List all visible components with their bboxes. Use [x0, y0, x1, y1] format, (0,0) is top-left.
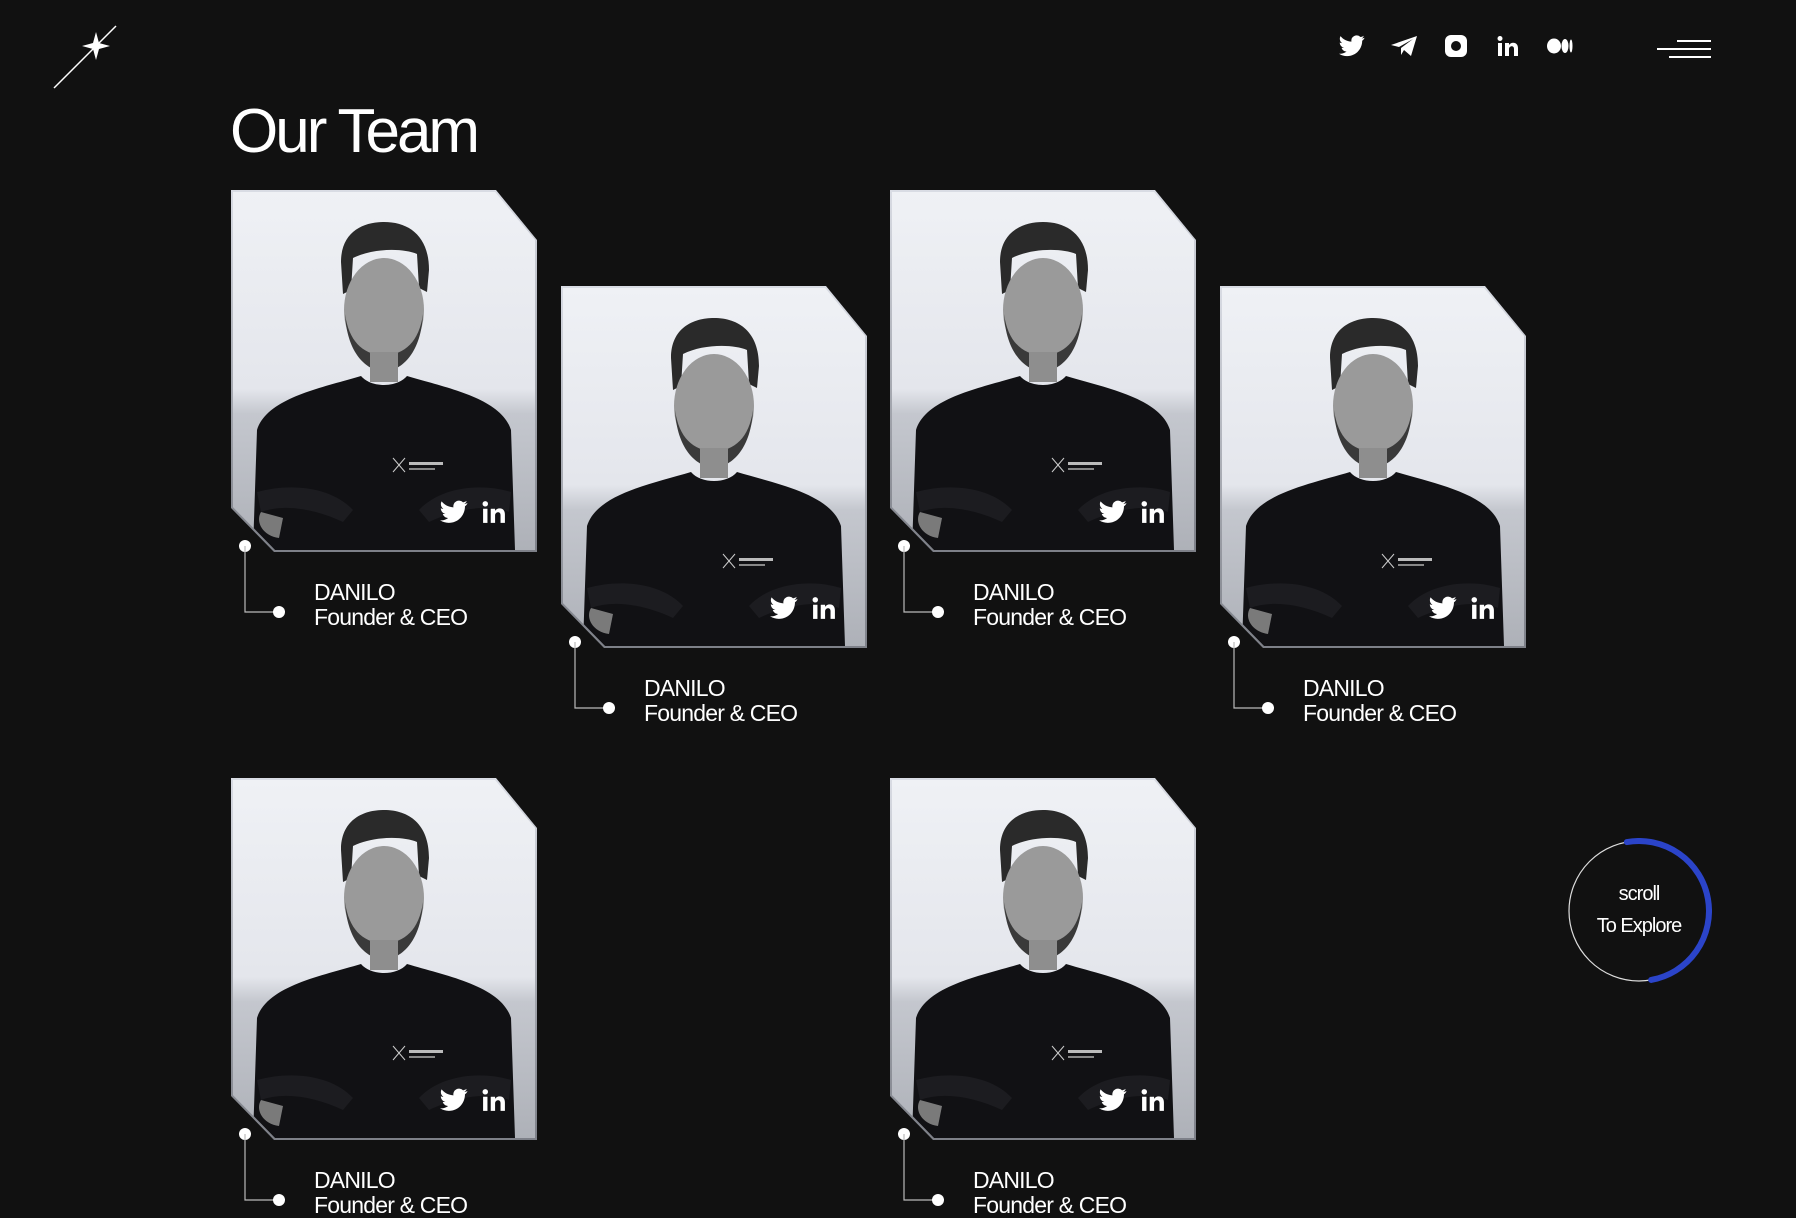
logo-icon[interactable]: [52, 22, 120, 90]
telegram-icon[interactable]: [1378, 28, 1430, 64]
portrait-image: [892, 780, 1194, 1138]
portrait-image: [1222, 288, 1524, 646]
member-info: DANILO Founder & CEO: [973, 579, 1127, 630]
member-photo-frame: [890, 778, 1196, 1140]
member-social-links: [439, 1086, 509, 1114]
member-social-links: [769, 594, 839, 622]
linkedin-icon[interactable]: [479, 498, 509, 526]
member-photo-frame: [1220, 286, 1526, 648]
member-photo-frame: [890, 190, 1196, 552]
linkedin-icon[interactable]: [479, 1086, 509, 1114]
member-photo-frame: [561, 286, 867, 648]
twitter-icon[interactable]: [439, 498, 469, 526]
member-photo-frame: [231, 778, 537, 1140]
twitter-icon[interactable]: [1428, 594, 1458, 622]
team-card: DANILO Founder & CEO: [231, 778, 537, 1218]
member-role: Founder & CEO: [314, 604, 468, 630]
team-card: DANILO Founder & CEO: [1220, 286, 1526, 726]
team-card: DANILO Founder & CEO: [890, 778, 1196, 1218]
scroll-to-explore-button[interactable]: scroll To Explore: [1566, 838, 1712, 984]
member-info: DANILO Founder & CEO: [314, 579, 468, 630]
page-title: Our Team: [230, 97, 480, 166]
member-name: DANILO: [644, 675, 726, 701]
team-card: DANILO Founder & CEO: [561, 286, 867, 726]
medium-icon[interactable]: [1534, 28, 1586, 64]
connector-line: [1228, 636, 1274, 714]
twitter-icon[interactable]: [1098, 498, 1128, 526]
member-name: DANILO: [973, 1167, 1055, 1193]
member-info: DANILO Founder & CEO: [1303, 675, 1457, 726]
linkedin-icon[interactable]: [1138, 1086, 1168, 1114]
explore-label: To Explore: [1596, 915, 1683, 937]
linkedin-icon[interactable]: [1468, 594, 1498, 622]
member-info: DANILO Founder & CEO: [973, 1167, 1127, 1218]
connector-line: [569, 636, 615, 714]
member-name: DANILO: [314, 579, 396, 605]
member-info: DANILO Founder & CEO: [644, 675, 798, 726]
portrait-image: [563, 288, 865, 646]
hamburger-menu-icon[interactable]: [1657, 38, 1711, 64]
instagram-icon[interactable]: [1430, 28, 1482, 64]
member-role: Founder & CEO: [314, 1192, 468, 1218]
member-role: Founder & CEO: [973, 1192, 1127, 1218]
member-social-links: [1098, 1086, 1168, 1114]
twitter-icon[interactable]: [1326, 28, 1378, 64]
member-name: DANILO: [314, 1167, 396, 1193]
portrait-image: [233, 192, 535, 550]
linkedin-icon[interactable]: [1482, 28, 1534, 64]
member-photo-frame: [231, 190, 537, 552]
portrait-image: [233, 780, 535, 1138]
team-card: DANILO Founder & CEO: [890, 190, 1196, 630]
member-role: Founder & CEO: [973, 604, 1127, 630]
header-social-bar: [1326, 28, 1586, 64]
member-name: DANILO: [1303, 675, 1385, 701]
portrait-image: [892, 192, 1194, 550]
member-social-links: [1098, 498, 1168, 526]
connector-line: [898, 540, 944, 618]
linkedin-icon[interactable]: [809, 594, 839, 622]
twitter-icon[interactable]: [439, 1086, 469, 1114]
twitter-icon[interactable]: [1098, 1086, 1128, 1114]
linkedin-icon[interactable]: [1138, 498, 1168, 526]
member-info: DANILO Founder & CEO: [314, 1167, 468, 1218]
connector-line: [239, 540, 285, 618]
connector-line: [239, 1128, 285, 1206]
scroll-label: scroll: [1618, 883, 1661, 905]
member-social-links: [439, 498, 509, 526]
member-name: DANILO: [973, 579, 1055, 605]
team-card: DANILO Founder & CEO: [231, 190, 537, 630]
twitter-icon[interactable]: [769, 594, 799, 622]
member-role: Founder & CEO: [1303, 700, 1457, 726]
connector-line: [898, 1128, 944, 1206]
member-social-links: [1428, 594, 1498, 622]
member-role: Founder & CEO: [644, 700, 798, 726]
